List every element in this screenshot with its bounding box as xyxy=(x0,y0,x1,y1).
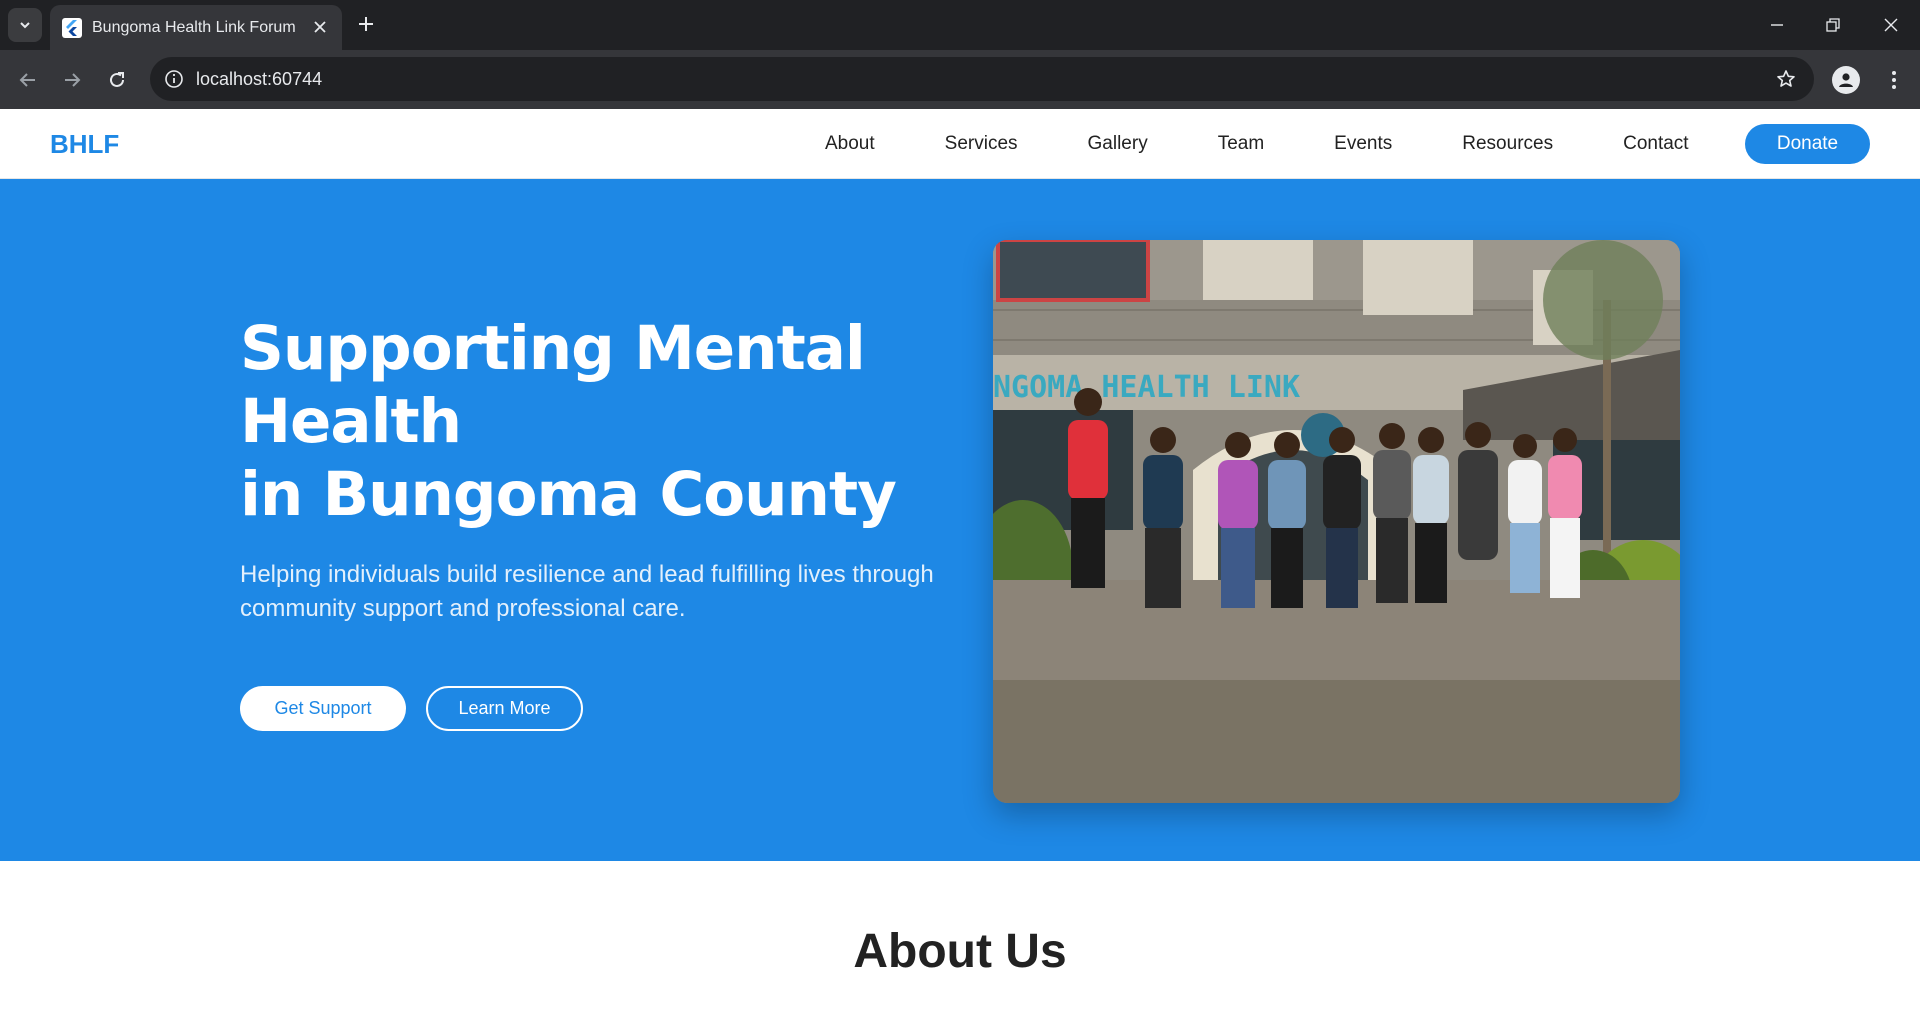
kebab-icon[interactable] xyxy=(1880,66,1908,94)
browser-toolbar: localhost:60744 xyxy=(0,50,1920,109)
nav-link-team[interactable]: Team xyxy=(1183,133,1299,155)
chevron-down-icon[interactable] xyxy=(8,8,42,42)
browser-tab-bar: Bungoma Health Link Forum xyxy=(0,0,1920,50)
plus-icon[interactable] xyxy=(354,12,378,36)
learn-more-button[interactable]: Learn More xyxy=(426,686,583,731)
nav-link-gallery[interactable]: Gallery xyxy=(1053,133,1183,155)
site-header: BHLF About Services Gallery Team Events … xyxy=(0,109,1920,179)
arrow-right-icon[interactable] xyxy=(58,66,86,94)
tab-title: Bungoma Health Link Forum xyxy=(92,18,296,36)
restore-icon[interactable] xyxy=(1820,12,1846,38)
site-logo[interactable]: BHLF xyxy=(50,129,119,160)
arrow-left-icon[interactable] xyxy=(14,66,42,94)
hero-title-line: Supporting Mental xyxy=(240,313,866,384)
group-photo-illustration: NGOMA HEALTH LINK xyxy=(993,240,1680,803)
about-section-title: About Us xyxy=(853,925,1067,978)
nav-link-services[interactable]: Services xyxy=(910,133,1053,155)
get-support-button[interactable]: Get Support xyxy=(240,686,406,731)
building-sign: NGOMA HEALTH LINK xyxy=(993,370,1300,405)
nav-link-contact[interactable]: Contact xyxy=(1588,133,1723,155)
main-nav: About Services Gallery Team Events Resou… xyxy=(790,123,1724,165)
hero-section: Supporting Mental Health in Bungoma Coun… xyxy=(0,179,1920,861)
address-bar[interactable]: localhost:60744 xyxy=(150,57,1814,101)
hero-group-photo: NGOMA HEALTH LINK xyxy=(993,240,1680,803)
close-window-icon[interactable] xyxy=(1878,12,1904,38)
donate-button[interactable]: Donate xyxy=(1745,124,1870,164)
minimize-icon[interactable] xyxy=(1764,12,1790,38)
person-icon[interactable] xyxy=(1832,66,1860,94)
nav-link-resources[interactable]: Resources xyxy=(1427,133,1588,155)
browser-tab[interactable]: Bungoma Health Link Forum xyxy=(50,5,342,50)
url-text[interactable]: localhost:60744 xyxy=(196,69,322,90)
hero-title-line: in Bungoma County xyxy=(240,459,897,530)
close-icon[interactable] xyxy=(310,17,330,37)
hero-subtitle: Helping individuals build resilience and… xyxy=(240,561,934,622)
reload-icon[interactable] xyxy=(103,66,131,94)
hero-title: Supporting Mental Health in Bungoma Coun… xyxy=(240,312,940,531)
nav-link-about[interactable]: About xyxy=(790,133,910,155)
flutter-icon xyxy=(62,17,82,38)
star-icon[interactable] xyxy=(1774,67,1798,91)
info-icon[interactable] xyxy=(162,67,186,91)
hero-title-line: Health xyxy=(240,386,462,457)
nav-link-events[interactable]: Events xyxy=(1299,133,1427,155)
